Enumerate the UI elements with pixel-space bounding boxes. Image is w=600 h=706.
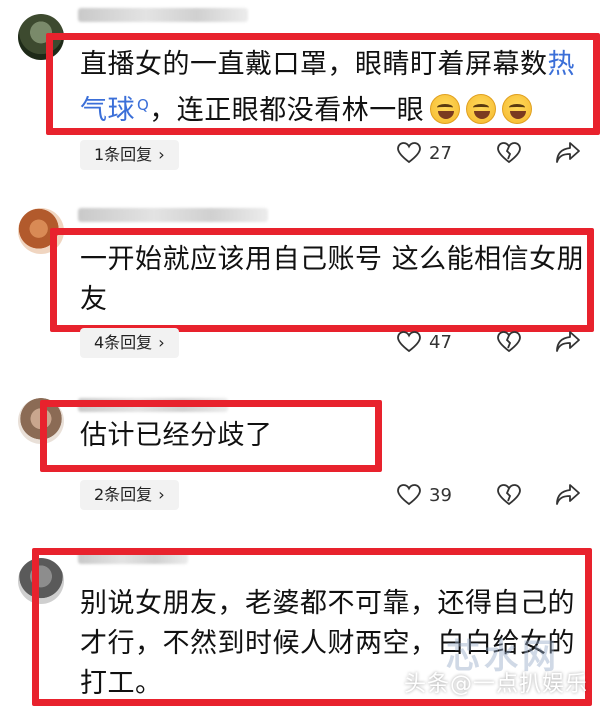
share-icon bbox=[556, 484, 580, 505]
reply-label: 2条回复 bbox=[94, 485, 153, 504]
avatar[interactable] bbox=[18, 208, 64, 254]
reply-count-button[interactable]: 2条回复 › bbox=[80, 480, 179, 510]
dislike-button[interactable] bbox=[497, 142, 521, 164]
share-icon bbox=[556, 142, 580, 163]
comment-text: 估计已经分歧了 bbox=[80, 416, 380, 456]
comment-text-line: 一开始就应该用自己账号 这么能相信女朋 bbox=[80, 244, 585, 275]
broken-heart-icon bbox=[497, 142, 521, 164]
share-icon bbox=[556, 331, 580, 352]
broken-heart-icon bbox=[497, 484, 521, 506]
comment-text-line: 友 bbox=[80, 284, 108, 315]
reply-count-button[interactable]: 4条回复 › bbox=[80, 328, 179, 358]
username[interactable] bbox=[78, 8, 248, 22]
share-button[interactable] bbox=[555, 330, 581, 354]
username[interactable] bbox=[78, 550, 188, 564]
watermark: 头条@一点扒娱乐 bbox=[403, 672, 588, 697]
comment-item: 一开始就应该用自己账号 这么能相信女朋 友 4条回复 › 47 bbox=[0, 200, 600, 380]
hot-topic-link[interactable]: 热 bbox=[548, 49, 576, 80]
avatar[interactable] bbox=[18, 558, 64, 604]
username[interactable] bbox=[78, 398, 228, 412]
laughing-emoji bbox=[466, 94, 497, 124]
heart-icon bbox=[397, 331, 421, 353]
comment-text-line: 直播女的一直戴口罩，眼睛盯着屏幕数 bbox=[80, 49, 548, 80]
search-icon: Q bbox=[137, 96, 150, 114]
hot-topic-link[interactable]: 气球 Q bbox=[80, 95, 149, 126]
comment-item: 估计已经分歧了 2条回复 › 39 bbox=[0, 390, 600, 530]
laughing-emoji bbox=[430, 94, 461, 124]
avatar[interactable] bbox=[18, 14, 64, 60]
reply-count-button[interactable]: 1条回复 › bbox=[80, 140, 179, 170]
heart-icon bbox=[397, 484, 421, 506]
like-count: 47 bbox=[429, 331, 452, 353]
comment-text-line: ，连正眼都没看林一眼 bbox=[149, 95, 425, 126]
username[interactable] bbox=[78, 208, 268, 222]
dislike-button[interactable] bbox=[497, 331, 521, 353]
share-button[interactable] bbox=[555, 483, 581, 507]
heart-icon bbox=[397, 142, 421, 164]
chevron-right-icon: › bbox=[158, 333, 165, 352]
comment-text-line: 估计已经分歧了 bbox=[80, 420, 273, 451]
comment-text: 直播女的一直戴口罩，眼睛盯着屏幕数热 气球 Q，连正眼都没看林一眼 bbox=[80, 45, 590, 131]
comment-text-line: 别说女朋友，老婆都不可靠，还得自己的 bbox=[80, 588, 575, 619]
dislike-button[interactable] bbox=[497, 484, 521, 506]
chevron-right-icon: › bbox=[158, 145, 165, 164]
like-button[interactable]: 39 bbox=[397, 484, 452, 506]
like-count: 27 bbox=[429, 142, 452, 164]
laughing-emoji bbox=[502, 94, 533, 124]
reply-label: 1条回复 bbox=[94, 145, 153, 164]
broken-heart-icon bbox=[497, 331, 521, 353]
like-button[interactable]: 47 bbox=[397, 331, 452, 353]
comment-text: 一开始就应该用自己账号 这么能相信女朋 友 bbox=[80, 240, 590, 320]
reply-label: 4条回复 bbox=[94, 333, 153, 352]
avatar[interactable] bbox=[18, 398, 64, 444]
share-button[interactable] bbox=[555, 141, 581, 165]
chevron-right-icon: › bbox=[158, 485, 165, 504]
comment-item: 直播女的一直戴口罩，眼睛盯着屏幕数热 气球 Q，连正眼都没看林一眼 1条回复 › 2… bbox=[0, 0, 600, 180]
like-button[interactable]: 27 bbox=[397, 142, 452, 164]
like-count: 39 bbox=[429, 484, 452, 506]
